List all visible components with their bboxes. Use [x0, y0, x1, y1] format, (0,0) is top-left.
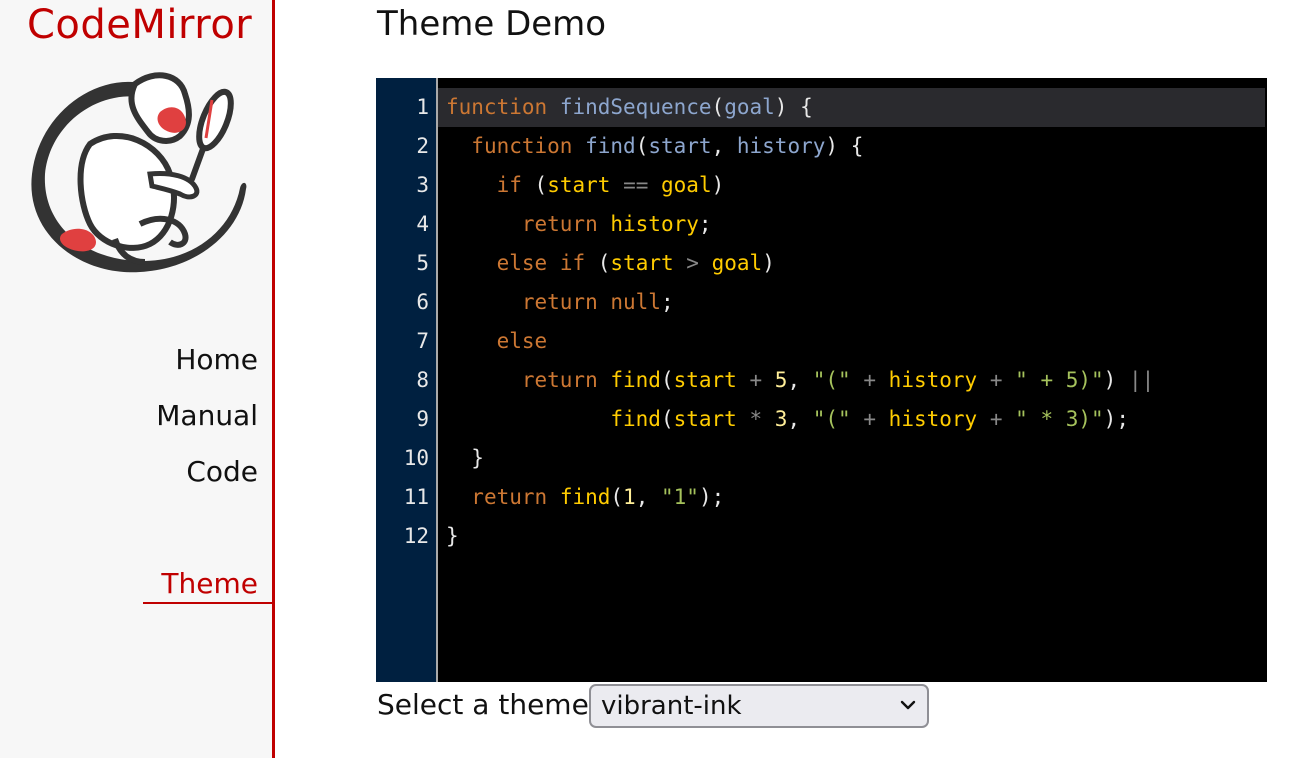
nav-home[interactable]: Home	[175, 343, 258, 376]
code-line[interactable]: return history;	[438, 205, 1265, 244]
line-number: 3	[416, 173, 429, 197]
code-line[interactable]: find(start * 3, "(" + history + " * 3)")…	[438, 400, 1265, 439]
theme-select-label: Select a theme:	[377, 688, 599, 721]
nav-theme[interactable]: Theme	[143, 567, 272, 604]
code-line[interactable]: else if (start > goal)	[438, 244, 1265, 283]
theme-select[interactable]: vibrant-ink	[589, 684, 929, 728]
line-number: 2	[416, 134, 429, 158]
code-editor[interactable]: 1 2 3 4 5 6 7 8 9 10 11 12 function find…	[376, 78, 1267, 682]
sidebar: CodeMirror Home Manual Code Theme	[0, 0, 275, 758]
codemirror-monkey-logo	[31, 72, 247, 273]
line-number: 11	[403, 485, 429, 509]
line-number: 12	[403, 524, 429, 548]
page-title: Theme Demo	[377, 4, 607, 44]
line-number: 7	[416, 329, 429, 353]
code-line[interactable]: function findSequence(goal) {	[438, 88, 1265, 127]
chevron-down-icon	[900, 700, 916, 710]
line-number: 9	[416, 407, 429, 431]
line-number-gutter: 1 2 3 4 5 6 7 8 9 10 11 12	[376, 78, 438, 682]
line-number: 1	[416, 95, 429, 119]
code-line[interactable]: return null;	[438, 283, 1265, 322]
code-line[interactable]: }	[438, 517, 1265, 556]
code-line[interactable]: function find(start, history) {	[438, 127, 1265, 166]
nav-manual[interactable]: Manual	[156, 399, 258, 432]
line-number: 4	[416, 212, 429, 236]
line-number: 10	[403, 446, 429, 470]
nav-code[interactable]: Code	[186, 455, 258, 488]
code-line[interactable]: return find(start + 5, "(" + history + "…	[438, 361, 1265, 400]
code-line[interactable]: if (start == goal)	[438, 166, 1265, 205]
code-line[interactable]: }	[438, 439, 1265, 478]
line-number: 8	[416, 368, 429, 392]
code-line[interactable]: return find(1, "1");	[438, 478, 1265, 517]
code-line[interactable]: else	[438, 322, 1265, 361]
logo-text: CodeMirror	[27, 2, 253, 48]
line-number: 6	[416, 290, 429, 314]
line-number: 5	[416, 251, 429, 275]
theme-select-value: vibrant-ink	[601, 691, 742, 721]
